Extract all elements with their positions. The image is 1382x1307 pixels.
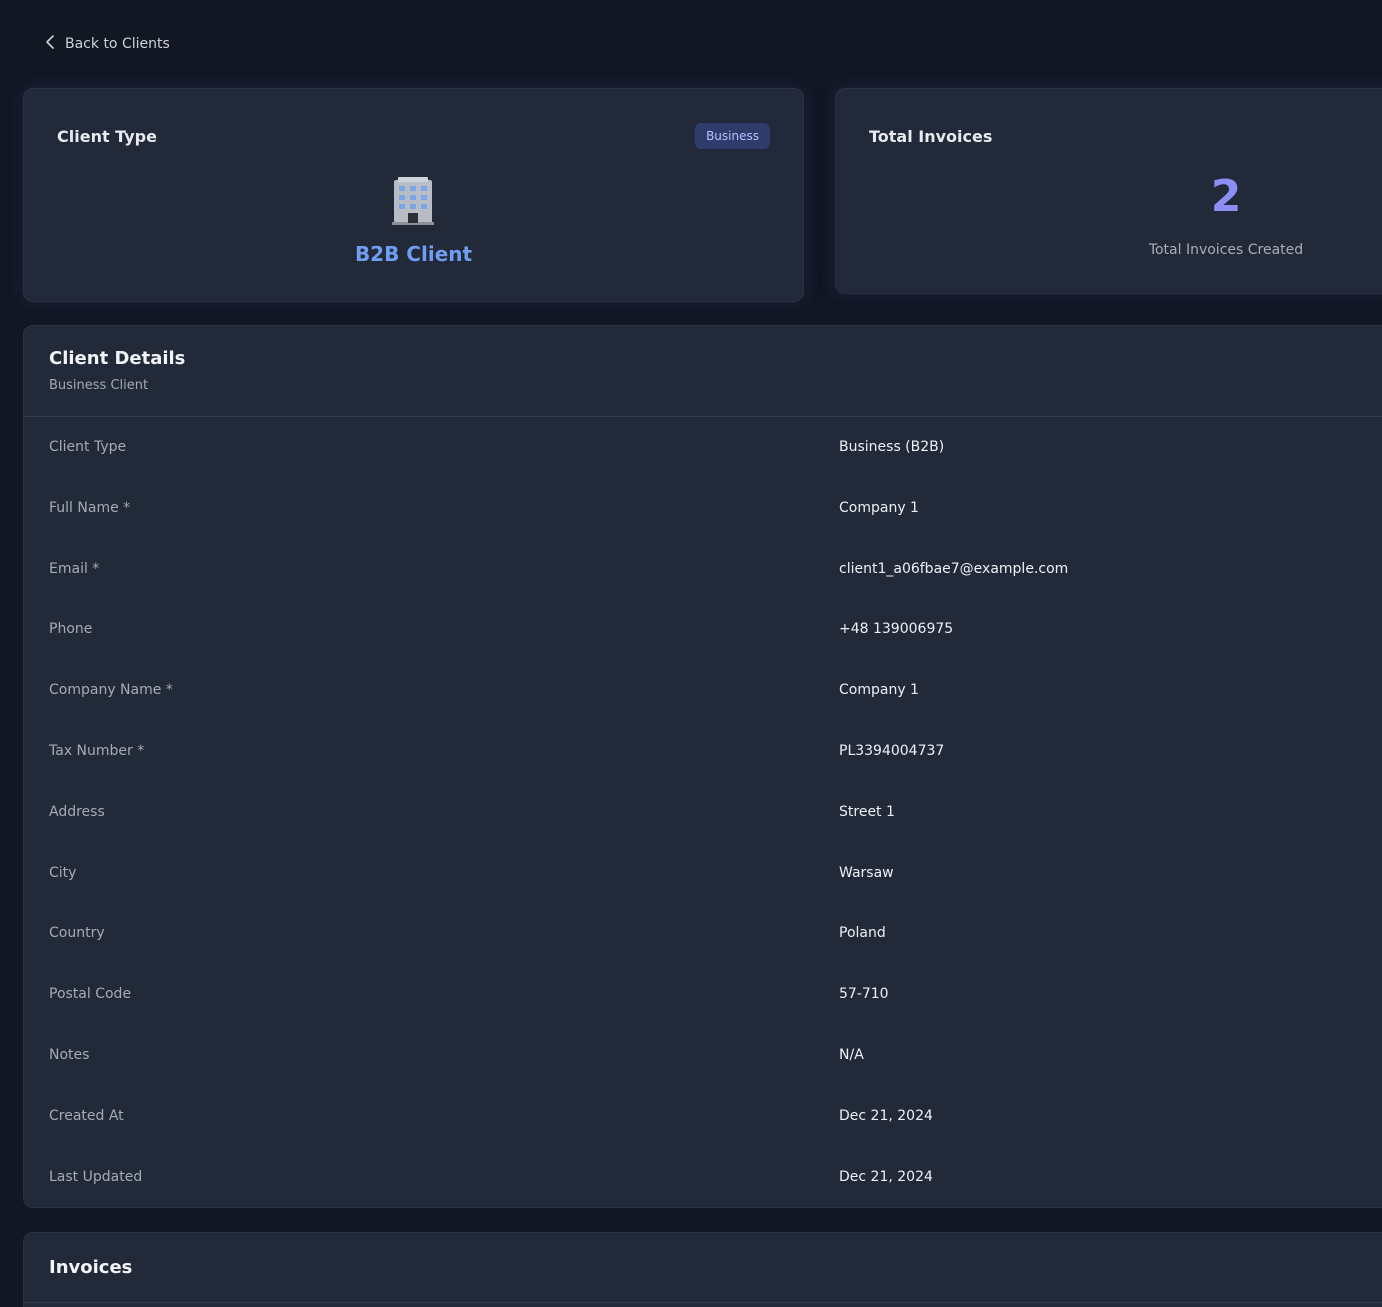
detail-row-country: Country Poland (24, 903, 1382, 964)
detail-value: Dec 21, 2024 (839, 1168, 933, 1185)
detail-label: Created At (49, 1107, 124, 1124)
invoices-section-title: Invoices (49, 1257, 133, 1278)
detail-row-tax-number: Tax Number * PL3394004737 (24, 721, 1382, 782)
invoices-divider (24, 1302, 1382, 1303)
detail-row-address: Address Street 1 (24, 782, 1382, 843)
detail-label: City (49, 864, 77, 881)
detail-value: Poland (839, 925, 886, 942)
detail-label: Last Updated (49, 1168, 143, 1185)
detail-value: PL3394004737 (839, 742, 945, 759)
detail-label: Full Name * (49, 499, 131, 516)
detail-label: Postal Code (49, 986, 132, 1003)
building-icon (388, 175, 438, 225)
detail-value: Business (B2B) (839, 439, 945, 455)
detail-value: Dec 21, 2024 (839, 1107, 933, 1124)
detail-row-company-name: Company Name * Company 1 (24, 660, 1382, 721)
client-type-badge: Business (695, 123, 770, 149)
detail-row-full-name: Full Name * Company 1 (24, 478, 1382, 539)
detail-label: Tax Number * (49, 742, 145, 759)
client-details-header: Client Details Business Client (24, 326, 1382, 417)
client-type-card: Client Type Business B2B Client (23, 88, 804, 302)
total-invoices-card: Total Invoices 2 Total Invoices Created (835, 88, 1382, 294)
detail-label: Client Type (49, 439, 127, 455)
detail-label: Address (49, 803, 105, 820)
detail-label: Notes (49, 1046, 90, 1063)
detail-row-email: Email * client1_a06fbae7@example.com (24, 539, 1382, 600)
detail-row-client-type: Client Type Business (B2B) (24, 417, 1382, 478)
client-type-card-title: Client Type (57, 127, 157, 146)
detail-value: 57-710 (839, 986, 889, 1003)
client-details-card: Client Details Business Client Client Ty… (23, 325, 1382, 1208)
client-detail-page: Back to Clients Client Type Business B2B… (0, 0, 1382, 1307)
detail-label: Company Name * (49, 682, 173, 699)
detail-row-phone: Phone +48 139006975 (24, 599, 1382, 660)
back-link-label: Back to Clients (65, 36, 170, 52)
detail-value: +48 139006975 (839, 621, 954, 638)
detail-row-notes: Notes N/A (24, 1025, 1382, 1086)
client-details-list: Client Type Business (B2B) Full Name * C… (24, 417, 1382, 1207)
detail-label: Country (49, 925, 105, 942)
detail-value: N/A (839, 1046, 864, 1063)
chevron-left-icon (44, 34, 56, 54)
detail-value: Warsaw (839, 864, 894, 881)
detail-value: Company 1 (839, 682, 919, 699)
client-type-label: B2B Client (354, 242, 473, 266)
total-invoices-subtitle: Total Invoices Created (1148, 242, 1304, 258)
back-to-clients-link[interactable]: Back to Clients (44, 34, 170, 54)
detail-label: Phone (49, 621, 93, 638)
total-invoices-count: 2 (1210, 171, 1242, 222)
detail-row-last-updated: Last Updated Dec 21, 2024 (24, 1147, 1382, 1208)
detail-row-postal-code: Postal Code 57-710 (24, 964, 1382, 1025)
detail-value: Street 1 (839, 803, 895, 820)
detail-label: Email * (49, 560, 100, 577)
detail-value: Company 1 (839, 499, 919, 516)
client-details-title: Client Details (49, 348, 186, 369)
invoices-section: Invoices (23, 1232, 1382, 1307)
detail-value: client1_a06fbae7@example.com (839, 560, 1069, 577)
client-details-subtitle: Business Client (49, 378, 149, 393)
total-invoices-card-title: Total Invoices (869, 127, 993, 146)
detail-row-created-at: Created At Dec 21, 2024 (24, 1086, 1382, 1147)
detail-row-city: City Warsaw (24, 843, 1382, 904)
